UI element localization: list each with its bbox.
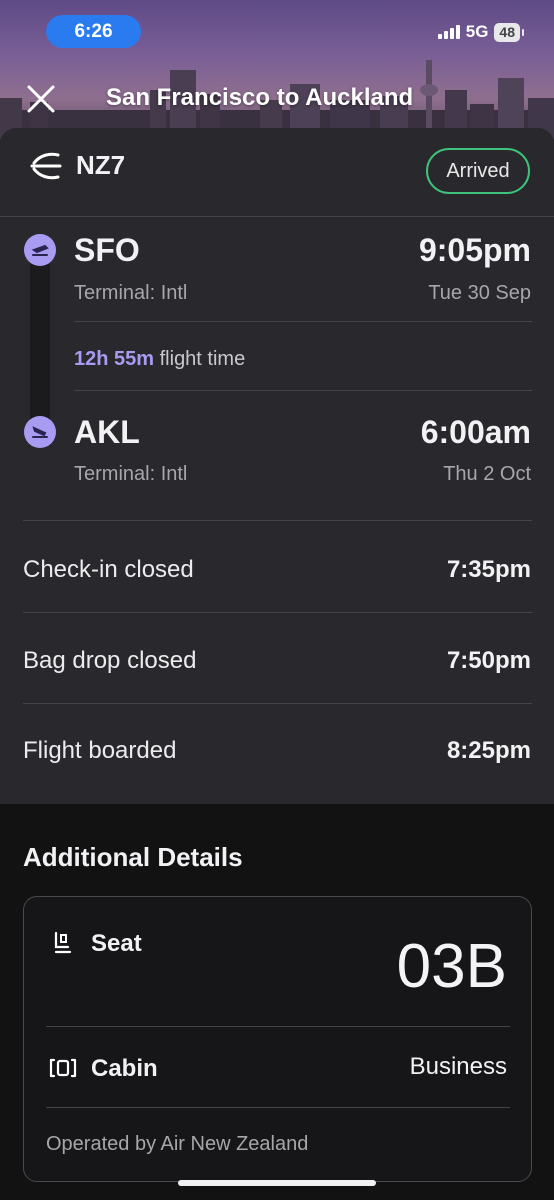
- page-title: San Francisco to Auckland: [106, 84, 414, 111]
- arrival-terminal: Terminal: Intl: [74, 463, 188, 485]
- header-divider: [0, 216, 554, 217]
- milestone-label: Flight boarded: [23, 737, 177, 764]
- departure-time: 9:05pm: [418, 232, 531, 268]
- divider: [46, 1107, 510, 1108]
- divider: [23, 703, 532, 704]
- timeline-track: [30, 250, 50, 430]
- divider: [74, 390, 532, 391]
- status-indicators: 5G 48: [437, 22, 524, 42]
- status-badge: Arrived: [426, 148, 530, 194]
- signal-icon: [437, 25, 460, 39]
- departure-terminal: Terminal: Intl: [74, 282, 188, 304]
- arrival-time: 6:00am: [420, 414, 531, 450]
- status-time: 6:26: [46, 15, 141, 48]
- cabin-label: Cabin: [91, 1055, 158, 1082]
- departure-code: SFO: [74, 232, 140, 268]
- milestone-value: 7:35pm: [446, 556, 531, 583]
- details-box: Seat 03B Cabin Business Operated by Air …: [23, 896, 532, 1182]
- battery-icon: 48: [494, 22, 524, 42]
- duration-suffix: flight time: [154, 348, 246, 370]
- divider: [23, 520, 532, 521]
- flight-duration: 12h 55m flight time: [74, 348, 245, 371]
- flight-number: NZ7: [76, 150, 126, 180]
- section-title: Additional Details: [23, 842, 243, 872]
- divider: [46, 1026, 510, 1027]
- landing-icon: [24, 416, 56, 448]
- milestone-label: Bag drop closed: [23, 647, 197, 674]
- departure-date: Tue 30 Sep: [428, 282, 531, 304]
- seat-label: Seat: [91, 930, 142, 957]
- takeoff-icon: [24, 234, 56, 266]
- duration-value: 12h 55m: [74, 348, 155, 370]
- airline-logo-icon: [30, 152, 62, 179]
- flight-card: NZ7 Arrived SFO 9:05pm Terminal: Intl Tu…: [0, 128, 554, 804]
- divider: [23, 612, 532, 613]
- cabin-icon: [49, 1058, 77, 1078]
- operated-by: Operated by Air New Zealand: [46, 1133, 309, 1155]
- flight-header: NZ7: [28, 150, 125, 181]
- seat-value: 03B: [396, 932, 507, 1001]
- milestone-label: Check-in closed: [23, 556, 194, 583]
- milestone-value: 8:25pm: [446, 737, 531, 764]
- milestone-value: 7:50pm: [446, 647, 531, 674]
- close-button[interactable]: [24, 82, 58, 116]
- close-icon: [27, 85, 55, 113]
- seat-icon: [54, 931, 72, 954]
- arrival-date: Thu 2 Oct: [443, 463, 531, 485]
- arrival-code: AKL: [74, 414, 140, 450]
- network-type: 5G: [465, 22, 489, 41]
- divider: [74, 321, 532, 322]
- home-indicator[interactable]: [178, 1180, 376, 1186]
- cabin-value: Business: [409, 1053, 507, 1080]
